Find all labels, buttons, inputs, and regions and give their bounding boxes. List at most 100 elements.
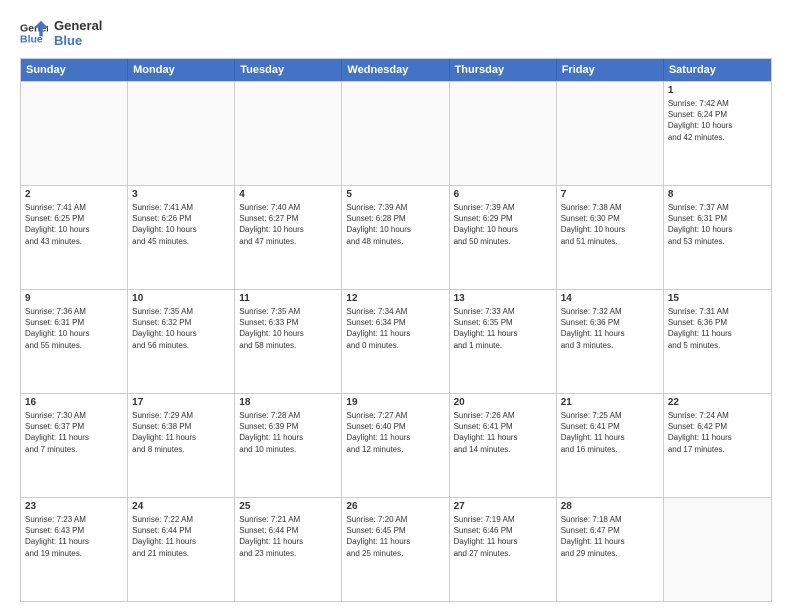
calendar-cell: 23Sunrise: 7:23 AM Sunset: 6:43 PM Dayli…: [21, 498, 128, 601]
cell-info: Sunrise: 7:36 AM Sunset: 6:31 PM Dayligh…: [25, 306, 123, 351]
cell-info: Sunrise: 7:29 AM Sunset: 6:38 PM Dayligh…: [132, 410, 230, 455]
day-number: 7: [561, 189, 659, 200]
cell-info: Sunrise: 7:26 AM Sunset: 6:41 PM Dayligh…: [454, 410, 552, 455]
cell-info: Sunrise: 7:28 AM Sunset: 6:39 PM Dayligh…: [239, 410, 337, 455]
calendar-header-cell: Thursday: [450, 59, 557, 81]
calendar-cell: 24 Sunrise: 7:22 AM Sunset: 6:44 PM Dayli…: [128, 498, 235, 601]
calendar-cell: [450, 82, 557, 185]
cell-info: Sunrise: 7:19 AM Sunset: 6:46 PM Dayligh…: [454, 514, 552, 559]
day-number: 3: [132, 189, 230, 200]
calendar-header-row: SundayMondayTuesdayWednesdayThursdayFrid…: [21, 59, 771, 81]
calendar-cell: 21 Sunrise: 7:25 AM Sunset: 6:41 PM Dayli…: [557, 394, 664, 497]
day-number: 17: [132, 397, 230, 408]
cell-info: Sunrise: 7:25 AM Sunset: 6:41 PM Dayligh…: [561, 410, 659, 455]
cell-info: Sunrise: 7:35 AM Sunset: 6:32 PM Dayligh…: [132, 306, 230, 351]
calendar-cell: 1 Sunrise: 7:42 AM Sunset: 6:24 PM Daylig…: [664, 82, 771, 185]
calendar-cell: 9 Sunrise: 7:36 AM Sunset: 6:31 PM Daylig…: [21, 290, 128, 393]
cell-info: Sunrise: 7:27 AM Sunset: 6:40 PM Dayligh…: [346, 410, 444, 455]
day-number: 10: [132, 293, 230, 304]
cell-info: Sunrise: 7:30 AM Sunset: 6:37 PM Dayligh…: [25, 410, 123, 455]
cell-info: Sunrise: 7:34 AM Sunset: 6:34 PM Dayligh…: [346, 306, 444, 351]
calendar-cell: 6Sunrise: 7:39 AM Sunset: 6:29 PM Daylig…: [450, 186, 557, 289]
calendar-cell: 27 Sunrise: 7:19 AM Sunset: 6:46 PM Dayli…: [450, 498, 557, 601]
logo-icon: General Blue: [20, 19, 48, 47]
calendar-header-cell: Friday: [557, 59, 664, 81]
cell-info: Sunrise: 7:32 AM Sunset: 6:36 PM Dayligh…: [561, 306, 659, 351]
calendar-cell: 14 Sunrise: 7:32 AM Sunset: 6:36 PM Dayli…: [557, 290, 664, 393]
day-number: 4: [239, 189, 337, 200]
day-number: 27: [454, 501, 552, 512]
calendar-header-cell: Sunday: [21, 59, 128, 81]
header: General Blue General Blue: [20, 18, 772, 48]
calendar-cell: 28Sunrise: 7:18 AM Sunset: 6:47 PM Dayli…: [557, 498, 664, 601]
day-number: 22: [668, 397, 767, 408]
page: General Blue General Blue SundayMondayTu…: [0, 0, 792, 612]
logo-general-text: General: [54, 18, 102, 33]
calendar-header-cell: Wednesday: [342, 59, 449, 81]
cell-info: Sunrise: 7:37 AM Sunset: 6:31 PM Dayligh…: [668, 202, 767, 247]
day-number: 25: [239, 501, 337, 512]
calendar-cell: 10 Sunrise: 7:35 AM Sunset: 6:32 PM Dayli…: [128, 290, 235, 393]
calendar-cell: [128, 82, 235, 185]
calendar-cell: 16 Sunrise: 7:30 AM Sunset: 6:37 PM Dayli…: [21, 394, 128, 497]
day-number: 12: [346, 293, 444, 304]
calendar-cell: 22 Sunrise: 7:24 AM Sunset: 6:42 PM Dayli…: [664, 394, 771, 497]
cell-info: Sunrise: 7:41 AM Sunset: 6:25 PM Dayligh…: [25, 202, 123, 247]
cell-info: Sunrise: 7:35 AM Sunset: 6:33 PM Dayligh…: [239, 306, 337, 351]
day-number: 5: [346, 189, 444, 200]
calendar-cell: [21, 82, 128, 185]
day-number: 8: [668, 189, 767, 200]
calendar-cell: 11 Sunrise: 7:35 AM Sunset: 6:33 PM Dayli…: [235, 290, 342, 393]
calendar-cell: 12 Sunrise: 7:34 AM Sunset: 6:34 PM Dayli…: [342, 290, 449, 393]
day-number: 24: [132, 501, 230, 512]
day-number: 21: [561, 397, 659, 408]
calendar-cell: 19 Sunrise: 7:27 AM Sunset: 6:40 PM Dayli…: [342, 394, 449, 497]
cell-info: Sunrise: 7:39 AM Sunset: 6:28 PM Dayligh…: [346, 202, 444, 247]
cell-info: Sunrise: 7:38 AM Sunset: 6:30 PM Dayligh…: [561, 202, 659, 247]
calendar-row: 16 Sunrise: 7:30 AM Sunset: 6:37 PM Dayli…: [21, 393, 771, 497]
calendar-cell: [235, 82, 342, 185]
cell-info: Sunrise: 7:33 AM Sunset: 6:35 PM Dayligh…: [454, 306, 552, 351]
calendar-cell: 5 Sunrise: 7:39 AM Sunset: 6:28 PM Daylig…: [342, 186, 449, 289]
day-number: 16: [25, 397, 123, 408]
calendar-row: 23Sunrise: 7:23 AM Sunset: 6:43 PM Dayli…: [21, 497, 771, 601]
day-number: 13: [454, 293, 552, 304]
day-number: 26: [346, 501, 444, 512]
calendar-cell: 20Sunrise: 7:26 AM Sunset: 6:41 PM Dayli…: [450, 394, 557, 497]
cell-info: Sunrise: 7:24 AM Sunset: 6:42 PM Dayligh…: [668, 410, 767, 455]
calendar-cell: 2 Sunrise: 7:41 AM Sunset: 6:25 PM Daylig…: [21, 186, 128, 289]
calendar-cell: [342, 82, 449, 185]
calendar-body: 1 Sunrise: 7:42 AM Sunset: 6:24 PM Daylig…: [21, 81, 771, 601]
day-number: 11: [239, 293, 337, 304]
calendar-cell: 18 Sunrise: 7:28 AM Sunset: 6:39 PM Dayli…: [235, 394, 342, 497]
logo-blue-text: Blue: [54, 33, 102, 48]
calendar-cell: 15Sunrise: 7:31 AM Sunset: 6:36 PM Dayli…: [664, 290, 771, 393]
day-number: 2: [25, 189, 123, 200]
cell-info: Sunrise: 7:22 AM Sunset: 6:44 PM Dayligh…: [132, 514, 230, 559]
calendar-cell: 13 Sunrise: 7:33 AM Sunset: 6:35 PM Dayli…: [450, 290, 557, 393]
calendar-cell: 8 Sunrise: 7:37 AM Sunset: 6:31 PM Daylig…: [664, 186, 771, 289]
cell-info: Sunrise: 7:40 AM Sunset: 6:27 PM Dayligh…: [239, 202, 337, 247]
logo: General Blue General Blue: [20, 18, 102, 48]
calendar-row: 2 Sunrise: 7:41 AM Sunset: 6:25 PM Daylig…: [21, 185, 771, 289]
calendar-cell: 3 Sunrise: 7:41 AM Sunset: 6:26 PM Daylig…: [128, 186, 235, 289]
day-number: 15: [668, 293, 767, 304]
day-number: 28: [561, 501, 659, 512]
cell-info: Sunrise: 7:20 AM Sunset: 6:45 PM Dayligh…: [346, 514, 444, 559]
day-number: 9: [25, 293, 123, 304]
day-number: 18: [239, 397, 337, 408]
calendar-header-cell: Monday: [128, 59, 235, 81]
calendar-cell: 17 Sunrise: 7:29 AM Sunset: 6:38 PM Dayli…: [128, 394, 235, 497]
day-number: 1: [668, 85, 767, 96]
calendar-row: 9 Sunrise: 7:36 AM Sunset: 6:31 PM Daylig…: [21, 289, 771, 393]
cell-info: Sunrise: 7:41 AM Sunset: 6:26 PM Dayligh…: [132, 202, 230, 247]
day-number: 19: [346, 397, 444, 408]
cell-info: Sunrise: 7:42 AM Sunset: 6:24 PM Dayligh…: [668, 98, 767, 143]
calendar: SundayMondayTuesdayWednesdayThursdayFrid…: [20, 58, 772, 602]
calendar-cell: 4 Sunrise: 7:40 AM Sunset: 6:27 PM Daylig…: [235, 186, 342, 289]
calendar-cell: 26 Sunrise: 7:20 AM Sunset: 6:45 PM Dayli…: [342, 498, 449, 601]
day-number: 14: [561, 293, 659, 304]
calendar-header-cell: Saturday: [664, 59, 771, 81]
calendar-cell: 7 Sunrise: 7:38 AM Sunset: 6:30 PM Daylig…: [557, 186, 664, 289]
cell-info: Sunrise: 7:21 AM Sunset: 6:44 PM Dayligh…: [239, 514, 337, 559]
